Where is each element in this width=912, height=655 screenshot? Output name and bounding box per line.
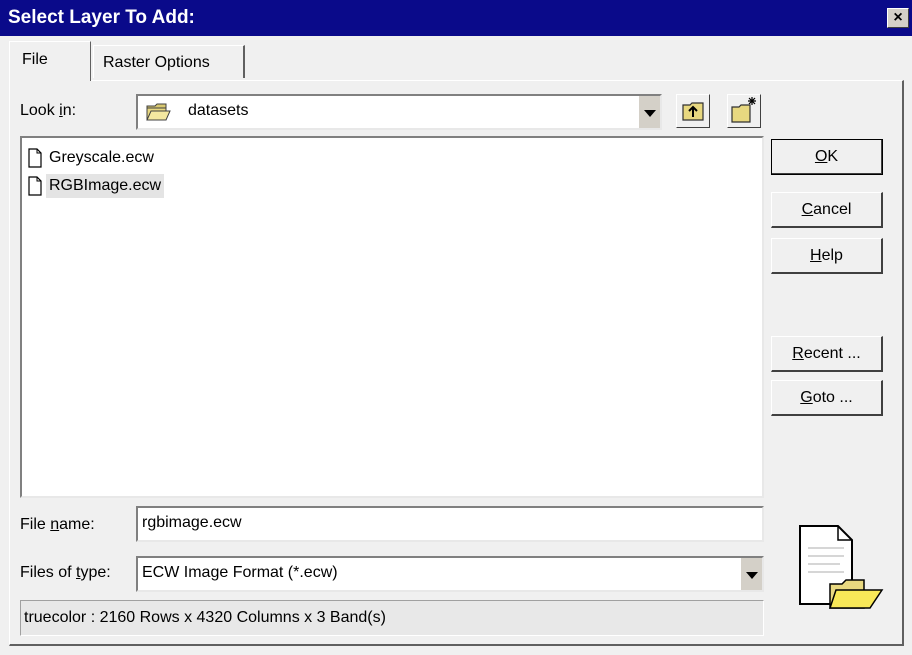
file-name-value: rgbimage.ecw xyxy=(142,514,242,531)
look-in-select[interactable]: datasets xyxy=(136,94,662,130)
dialog-title: Select Layer To Add: xyxy=(8,7,195,28)
file-type-label: Files of type: xyxy=(20,564,111,581)
file-icon xyxy=(28,148,42,168)
recent-button[interactable]: Recent ... xyxy=(771,336,883,372)
help-button[interactable]: Help xyxy=(771,238,883,274)
open-document-icon xyxy=(799,525,884,609)
folder-icon xyxy=(146,103,171,121)
tab-file[interactable]: File xyxy=(9,41,91,81)
ok-button[interactable]: OK xyxy=(771,139,883,175)
new-folder-icon xyxy=(731,97,756,123)
file-type-dropdown-button[interactable] xyxy=(740,558,762,590)
create-new-folder-button[interactable] xyxy=(727,94,761,128)
tab-file-label: File xyxy=(22,51,48,68)
goto-button[interactable]: Goto ... xyxy=(771,380,883,416)
file-name-text: Greyscale.ecw xyxy=(49,149,154,166)
file-icon xyxy=(28,176,42,196)
file-type-select[interactable]: ECW Image Format (*.ecw) xyxy=(136,556,764,592)
status-bar: truecolor : 2160 Rows x 4320 Columns x 3… xyxy=(20,600,764,636)
close-button[interactable]: × xyxy=(887,8,909,28)
look-in-value: datasets xyxy=(188,102,249,119)
cancel-button[interactable]: Cancel xyxy=(771,192,883,228)
look-in-label: Look in: xyxy=(20,102,77,119)
tab-raster-options-label: Raster Options xyxy=(103,54,210,71)
file-name-label: File name: xyxy=(20,516,95,533)
look-in-dropdown-button[interactable] xyxy=(638,96,660,128)
file-type-value: ECW Image Format (*.ecw) xyxy=(142,564,338,581)
up-one-level-button[interactable] xyxy=(676,94,710,128)
tab-raster-options[interactable]: Raster Options xyxy=(93,45,245,78)
title-bar[interactable]: Select Layer To Add: × xyxy=(0,0,912,36)
file-name-text: RGBImage.ecw xyxy=(46,174,165,198)
file-list[interactable]: Greyscale.ecw RGBImage.ecw xyxy=(20,136,764,498)
folder-up-icon xyxy=(682,102,704,121)
select-layer-dialog: Select Layer To Add: × File Raster Optio… xyxy=(0,0,912,655)
file-name-input[interactable]: rgbimage.ecw xyxy=(136,506,764,542)
